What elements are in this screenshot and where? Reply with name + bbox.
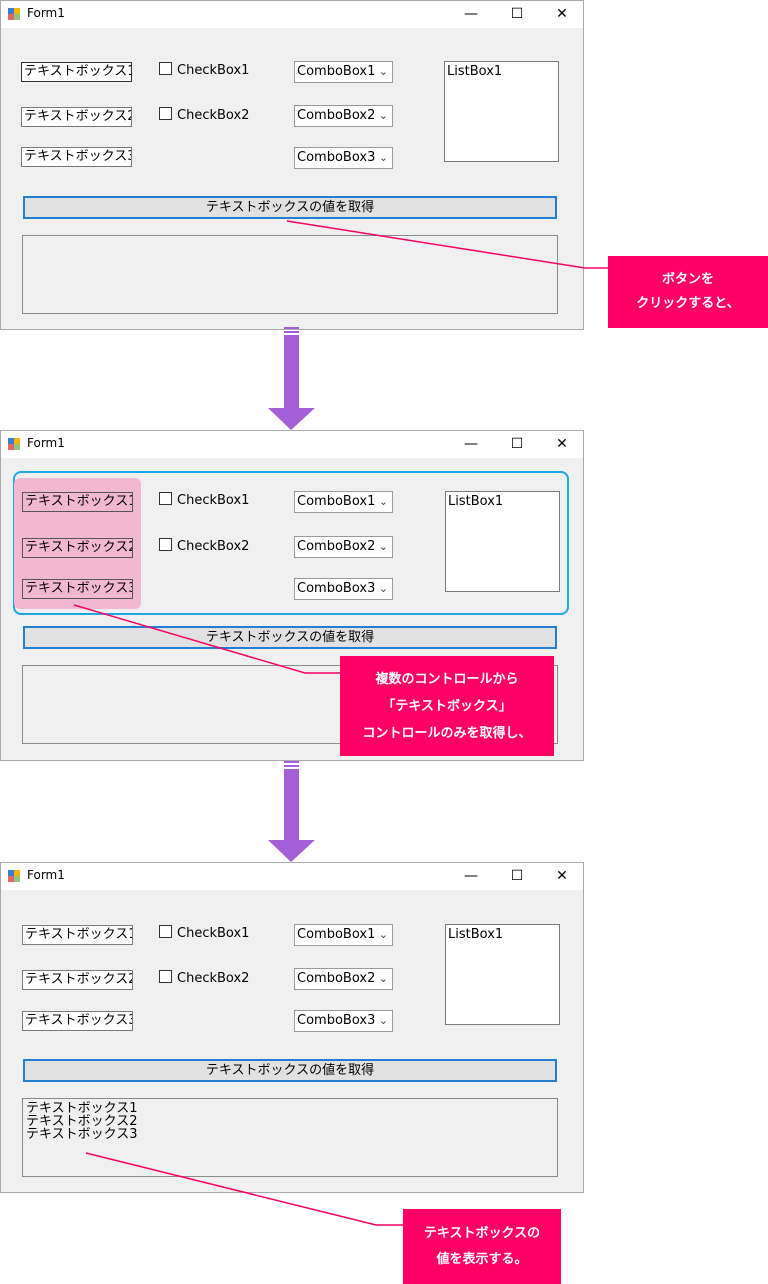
- callout-step2: 複数のコントロールから 「テキストボックス」 コントロールのみを取得し、: [340, 656, 554, 756]
- callout-step3: テキストボックスの 値を表示する。: [403, 1209, 561, 1284]
- callout-line: クリックすると、: [636, 296, 740, 311]
- callout-line: ボタンを: [661, 272, 714, 287]
- callout-step1: ボタンを クリックすると、: [608, 256, 768, 328]
- callout-leader-line: [286, 220, 608, 269]
- annotation-overlay: [73, 220, 608, 1226]
- callout-line: コントロールのみを取得し、: [362, 726, 532, 741]
- callout-leader-line: [85, 1152, 403, 1226]
- callout-line: 複数のコントロールから: [375, 672, 519, 687]
- callout-line: 「テキストボックス」: [382, 699, 512, 714]
- callout-leader-line: [73, 604, 340, 674]
- down-arrow-icon: [268, 327, 315, 430]
- callout-line: テキストボックスの: [423, 1226, 541, 1241]
- down-arrow-icon: [268, 761, 315, 862]
- callout-line: 値を表示する。: [436, 1252, 528, 1267]
